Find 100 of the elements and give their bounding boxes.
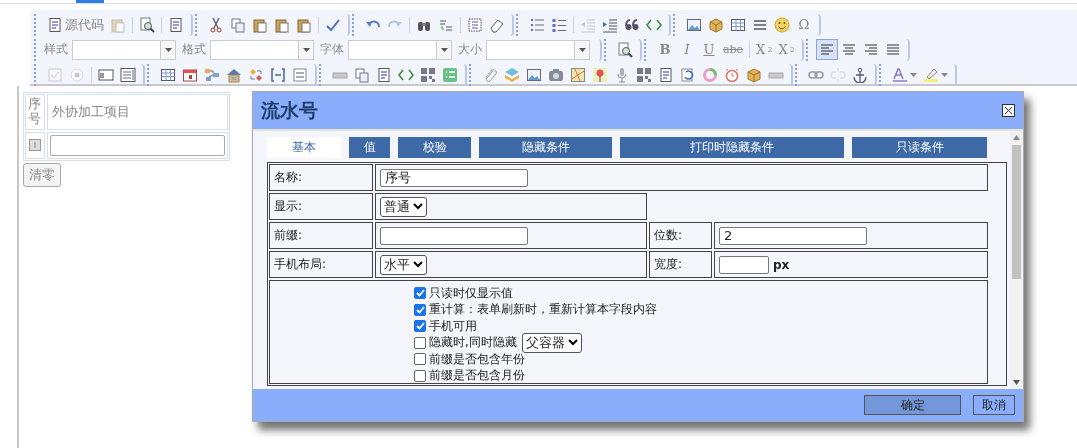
document-icon	[658, 66, 674, 83]
microphone-icon	[614, 66, 630, 83]
input-field[interactable]	[719, 255, 769, 274]
strikethrough-button[interactable]: abe	[720, 39, 747, 60]
toolbar-button[interactable]: Ω	[793, 14, 815, 35]
column-header: 序号	[27, 95, 42, 128]
unit-label: px	[773, 257, 790, 272]
alarm-icon	[724, 66, 740, 83]
combo-label: 格式	[182, 41, 206, 58]
scroll-up-icon[interactable]	[1013, 135, 1020, 140]
text-field-icon	[98, 66, 114, 83]
close-icon[interactable]	[1002, 104, 1015, 117]
list-icon	[442, 66, 458, 83]
swap-icon	[248, 66, 264, 83]
tab[interactable]: 基本	[267, 137, 341, 158]
checkbox[interactable]	[414, 287, 426, 300]
checkbox[interactable]	[414, 369, 426, 382]
source-button[interactable]: 源代码	[44, 14, 107, 35]
checkbox[interactable]	[414, 303, 426, 316]
italic-button[interactable]: I	[676, 39, 698, 60]
ring-icon	[702, 66, 718, 83]
map-icon	[570, 66, 586, 83]
magnifier-icon	[139, 16, 155, 33]
dropdown-field[interactable]	[486, 39, 590, 60]
select-all-icon	[467, 16, 483, 33]
box-icon	[708, 16, 724, 33]
document-icon	[47, 16, 63, 33]
option-label: 只读时仅显示值	[429, 284, 513, 302]
house-icon	[226, 66, 242, 83]
scrollbar[interactable]	[1010, 131, 1023, 389]
dialog-button[interactable]: 取消	[973, 395, 1015, 415]
underline-button[interactable]: U	[698, 39, 720, 60]
option-label: 重计算：表单刷新时，重新计算本字段内容	[429, 301, 657, 319]
anchor-icon	[852, 66, 868, 83]
tab[interactable]: 打印时隐藏条件	[620, 137, 844, 158]
grid-icon	[420, 66, 436, 83]
toolbar-button[interactable]: X$^{2}$	[775, 39, 798, 60]
field-label: 前缀:	[274, 227, 303, 244]
flow-icon	[204, 66, 220, 83]
checkbox[interactable]	[414, 353, 426, 366]
grid-icon	[636, 66, 652, 83]
input-field[interactable]	[380, 226, 528, 245]
select-field[interactable]: 父容器	[521, 332, 582, 353]
caret-icon	[910, 72, 917, 77]
align-left-icon	[818, 41, 835, 58]
clipboard-icon	[110, 16, 126, 33]
caret-icon	[578, 47, 586, 52]
toolbar-button[interactable]	[815, 39, 838, 60]
highlighter-icon	[923, 66, 939, 83]
column-header: 外协加工项目	[52, 102, 130, 121]
dropdown-field[interactable]	[210, 39, 314, 60]
bracket-icon	[270, 66, 286, 83]
layers-icon	[504, 66, 520, 83]
dropdown-field[interactable]	[72, 39, 176, 60]
numbered-list-icon	[529, 16, 545, 33]
quote-icon	[624, 16, 640, 33]
caret-icon	[440, 47, 448, 52]
chevron-icon	[413, 261, 423, 268]
scissors-icon	[208, 16, 224, 33]
caret-icon	[302, 47, 310, 52]
input-field[interactable]: 2	[719, 226, 867, 245]
outdent-icon	[580, 16, 596, 33]
field-label: 宽度:	[654, 256, 683, 273]
box-icon	[746, 66, 762, 83]
caret-icon	[941, 72, 948, 77]
magnifier-icon	[617, 41, 633, 58]
text-area-icon	[120, 66, 136, 83]
checkbox[interactable]	[414, 336, 426, 349]
input-field[interactable]: 序号	[380, 168, 528, 187]
image-icon	[686, 16, 702, 33]
tab-indicator	[76, 0, 104, 3]
tab[interactable]: 只读条件	[852, 137, 987, 158]
tab[interactable]: 校验	[398, 137, 471, 158]
scroll-down-icon[interactable]	[1013, 380, 1020, 385]
toolbar-button[interactable]	[771, 14, 793, 35]
document-icon	[168, 16, 184, 33]
table-icon	[160, 66, 176, 83]
caret-icon	[164, 47, 172, 52]
field-label: 位数:	[654, 227, 683, 244]
select-field[interactable]: 普通	[380, 196, 427, 217]
tab[interactable]: 隐藏条件	[479, 137, 612, 158]
dropdown-field[interactable]	[348, 39, 452, 60]
clipboard-icon	[274, 16, 290, 33]
bullet-list-icon	[551, 16, 567, 33]
refresh-icon	[680, 66, 696, 83]
bold-button[interactable]: B	[654, 39, 676, 60]
tab[interactable]: 值	[349, 137, 390, 158]
clear-button[interactable]: 清零	[23, 162, 61, 187]
dialog-button[interactable]: 确定	[864, 395, 961, 415]
input-field[interactable]	[50, 134, 225, 156]
select-field[interactable]: 水平	[380, 254, 427, 275]
field-label: 显示:	[274, 198, 303, 215]
checkbox[interactable]	[414, 320, 426, 333]
checkbox-icon	[47, 66, 63, 83]
number-icon	[29, 139, 41, 152]
justify-icon	[884, 41, 901, 58]
option-label: 手机可用	[429, 317, 477, 335]
field-label: 名称:	[274, 169, 303, 186]
combo-label: 样式	[44, 41, 68, 58]
unlink-icon	[830, 66, 846, 83]
